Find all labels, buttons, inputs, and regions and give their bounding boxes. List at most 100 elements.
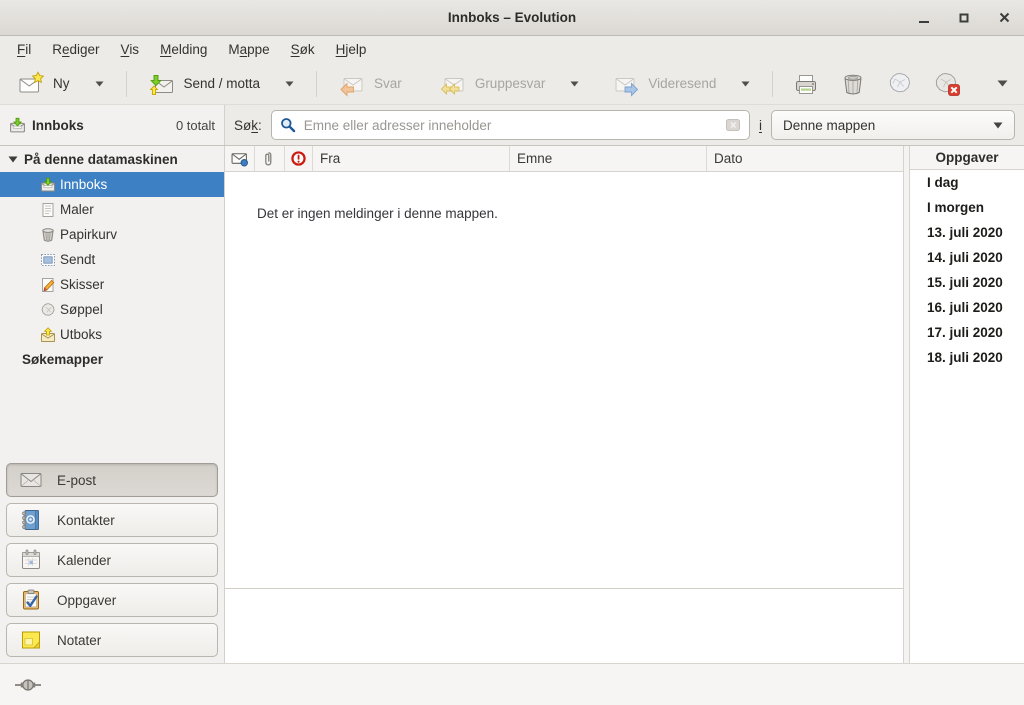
toolbar-overflow-button[interactable] [991, 74, 1014, 93]
menu-hjelp[interactable]: Hjelp [329, 39, 374, 60]
switcher-memos-button[interactable]: Notater [6, 623, 218, 657]
inbox-icon [40, 177, 56, 193]
close-button[interactable] [996, 10, 1012, 26]
task-group-date[interactable]: 16. juli 2020 [910, 295, 1024, 320]
sidebar-folder-papirkurv[interactable]: Papirkurv [0, 222, 224, 247]
window-controls [916, 0, 1012, 35]
sidebar-folder-utboks[interactable]: Utboks [0, 322, 224, 347]
maximize-button[interactable] [956, 10, 972, 26]
column-date[interactable]: Dato [707, 146, 903, 171]
new-message-dropdown[interactable] [95, 81, 104, 87]
message-status-icon [231, 150, 248, 167]
task-group-date[interactable]: 18. juli 2020 [910, 345, 1024, 370]
not-junk-icon [934, 71, 960, 97]
online-status-icon[interactable] [14, 678, 42, 692]
view-switcher: E-post Kontakter [0, 457, 224, 663]
chevron-down-icon [741, 81, 750, 87]
column-status[interactable] [225, 146, 255, 171]
search-input[interactable] [304, 118, 717, 133]
switcher-tasks-button[interactable]: Oppgaver [6, 583, 218, 617]
folder-label: Skisser [60, 277, 104, 292]
trash-icon [40, 227, 56, 243]
message-list-body[interactable]: Det er ingen meldinger i denne mappen. [225, 172, 903, 589]
not-junk-button[interactable] [928, 66, 966, 102]
evolution-window: Innboks – Evolution Fil Rediger Vis Meld… [0, 0, 1024, 705]
task-group-tomorrow[interactable]: I morgen [910, 195, 1024, 220]
minimize-button[interactable] [916, 10, 932, 26]
group-reply-dropdown[interactable] [570, 81, 579, 87]
forward-dropdown[interactable] [741, 81, 750, 87]
new-message-button[interactable]: Ny [10, 66, 112, 102]
menu-fil[interactable]: Fil [10, 39, 38, 60]
reply-icon [339, 71, 365, 97]
reply-button[interactable]: Svar [331, 66, 410, 102]
send-receive-dropdown[interactable] [285, 81, 294, 87]
folder-label: Søppel [60, 302, 103, 317]
task-group-date[interactable]: 15. juli 2020 [910, 270, 1024, 295]
delete-button[interactable] [834, 66, 872, 102]
sidebar-folder-maler[interactable]: Maler [0, 197, 224, 222]
menu-sok[interactable]: Søk [284, 39, 322, 60]
send-receive-button[interactable]: Send / motta [141, 66, 303, 102]
menu-melding[interactable]: Melding [153, 39, 214, 60]
switcher-calendar-button[interactable]: Kalender [6, 543, 218, 577]
maximize-icon [958, 12, 970, 24]
titlebar: Innboks – Evolution [0, 0, 1024, 36]
chevron-down-icon [993, 122, 1003, 129]
group-reply-button[interactable]: Gruppesvar [432, 66, 588, 102]
sent-icon [40, 252, 56, 268]
menu-vis[interactable]: Vis [114, 39, 147, 60]
expander-icon[interactable] [8, 156, 18, 163]
toolbar-separator [772, 71, 773, 97]
task-pane: Oppgaver I dag I morgen 13. juli 2020 14… [910, 146, 1024, 663]
group-reply-icon [440, 71, 466, 97]
column-attachment[interactable] [255, 146, 285, 171]
task-group-date[interactable]: 13. juli 2020 [910, 220, 1024, 245]
tree-root-search-folders[interactable]: Søkemapper [0, 347, 224, 372]
task-group-today[interactable]: I dag [910, 170, 1024, 195]
column-importance[interactable] [285, 146, 313, 171]
window-title: Innboks – Evolution [448, 10, 576, 25]
search-entry[interactable] [271, 110, 750, 140]
switcher-label: E-post [57, 473, 96, 488]
pane-splitter[interactable] [903, 146, 910, 663]
memos-icon [20, 629, 42, 651]
templates-icon [40, 202, 56, 218]
send-receive-icon [149, 71, 175, 97]
column-from[interactable]: Fra [313, 146, 510, 171]
folder-sidebar: På denne datamaskinen Innboks Maler [0, 146, 225, 663]
new-message-label: Ny [53, 76, 70, 91]
sidebar-folder-innboks[interactable]: Innboks [0, 172, 224, 197]
menubar: Fil Rediger Vis Melding Mappe Søk Hjelp [0, 36, 1024, 63]
message-list-header: Fra Emne Dato [225, 146, 903, 172]
folder-label: Sendt [60, 252, 95, 267]
search-scope-dropdown[interactable]: Denne mappen [771, 110, 1015, 140]
task-group-date[interactable]: 14. juli 2020 [910, 245, 1024, 270]
menu-rediger[interactable]: Rediger [45, 39, 106, 60]
sidebar-folder-skisser[interactable]: Skisser [0, 272, 224, 297]
new-mail-icon [18, 71, 44, 97]
sidebar-folder-soppel[interactable]: Søppel [0, 297, 224, 322]
menu-mappe[interactable]: Mappe [221, 39, 276, 60]
print-button[interactable] [787, 66, 825, 102]
forward-label: Videresend [648, 76, 716, 91]
forward-button[interactable]: Videresend [605, 66, 758, 102]
switcher-label: Kontakter [57, 513, 115, 528]
task-pane-header[interactable]: Oppgaver [910, 146, 1024, 170]
switcher-contacts-button[interactable]: Kontakter [6, 503, 218, 537]
chevron-down-icon [570, 81, 579, 87]
outbox-icon [40, 327, 56, 343]
junk-button[interactable] [881, 66, 919, 102]
switcher-mail-button[interactable]: E-post [6, 463, 218, 497]
junk-icon [40, 302, 56, 318]
folder-count: 0 totalt [176, 118, 215, 133]
sidebar-folder-sendt[interactable]: Sendt [0, 247, 224, 272]
important-icon [290, 150, 307, 167]
tree-root-on-this-computer[interactable]: På denne datamaskinen [0, 146, 224, 172]
tasks-icon [20, 589, 42, 611]
clear-search-icon[interactable] [725, 117, 741, 133]
attachment-icon [262, 151, 278, 167]
column-subject[interactable]: Emne [510, 146, 707, 171]
task-group-date[interactable]: 17. juli 2020 [910, 320, 1024, 345]
preview-pane[interactable] [225, 589, 903, 663]
